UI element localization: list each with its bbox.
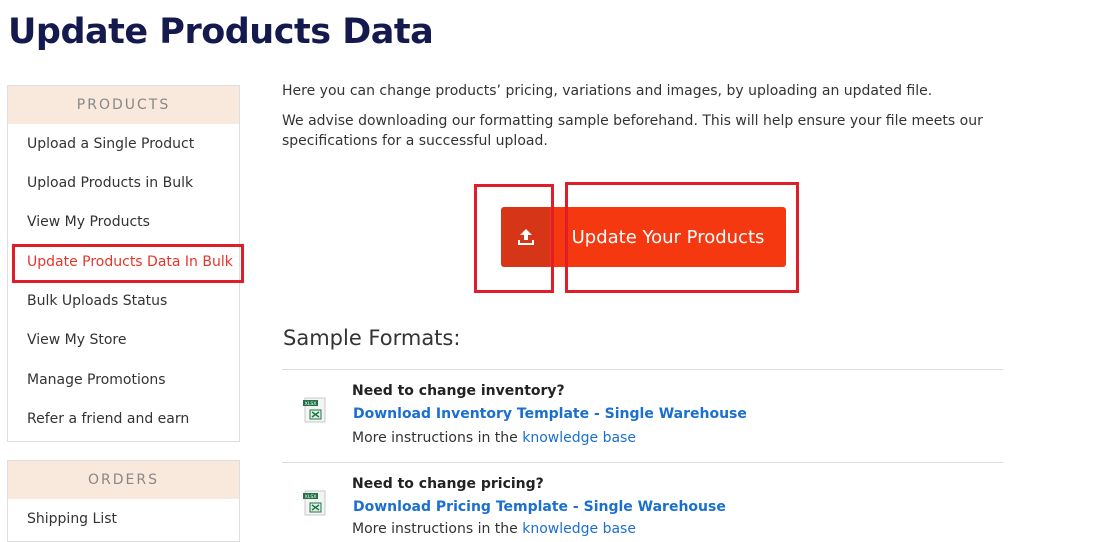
more-instructions-text: More instructions in the — [352, 521, 518, 537]
download-inventory-template-link[interactable]: Download Inventory Template - Single War… — [353, 406, 747, 422]
more-instructions-text: More instructions in the — [352, 430, 518, 446]
highlight-box-upload-icon — [474, 184, 554, 293]
sample-question-inventory: Need to change inventory? — [352, 383, 565, 399]
more-instructions-pricing: More instructions in the knowledge base — [352, 521, 636, 537]
sidebar-item-view-my-products[interactable]: View My Products — [27, 214, 150, 230]
sidebar-item-shipping-list[interactable]: Shipping List — [27, 511, 117, 527]
sidebar-item-view-my-store[interactable]: View My Store — [27, 332, 127, 348]
sidebar-item-bulk-uploads-status[interactable]: Bulk Uploads Status — [27, 293, 167, 309]
download-pricing-template-link[interactable]: Download Pricing Template - Single Wareh… — [353, 499, 726, 515]
intro-text-2: We advise downloading our formatting sam… — [282, 113, 983, 149]
knowledge-base-link[interactable]: knowledge base — [522, 521, 636, 537]
svg-text:XLSX: XLSX — [305, 494, 317, 500]
products-panel-heading: PRODUCTS — [8, 86, 239, 124]
divider — [282, 369, 1003, 370]
intro-text-1: Here you can change products’ pricing, v… — [282, 83, 933, 99]
sidebar-item-upload-products-bulk[interactable]: Upload Products in Bulk — [27, 175, 193, 191]
orders-panel-heading: ORDERS — [8, 461, 239, 499]
more-instructions-inventory: More instructions in the knowledge base — [352, 430, 636, 446]
sidebar-item-upload-single-product[interactable]: Upload a Single Product — [27, 136, 194, 152]
knowledge-base-link[interactable]: knowledge base — [522, 430, 636, 446]
page-title: Update Products Data — [8, 12, 434, 52]
orders-panel: ORDERS Shipping List — [7, 460, 240, 542]
sidebar-item-manage-promotions[interactable]: Manage Promotions — [27, 372, 166, 388]
svg-text:XLSX: XLSX — [305, 401, 317, 407]
divider — [282, 462, 1003, 463]
sample-question-pricing: Need to change pricing? — [352, 476, 544, 492]
xlsx-file-icon: XLSX — [303, 490, 326, 516]
sample-formats-title: Sample Formats: — [283, 326, 461, 350]
xlsx-file-icon: XLSX — [303, 397, 326, 423]
highlight-box-update-button — [565, 182, 799, 293]
highlight-box-active-item — [12, 244, 244, 283]
sidebar-item-refer-friend[interactable]: Refer a friend and earn — [27, 411, 189, 427]
